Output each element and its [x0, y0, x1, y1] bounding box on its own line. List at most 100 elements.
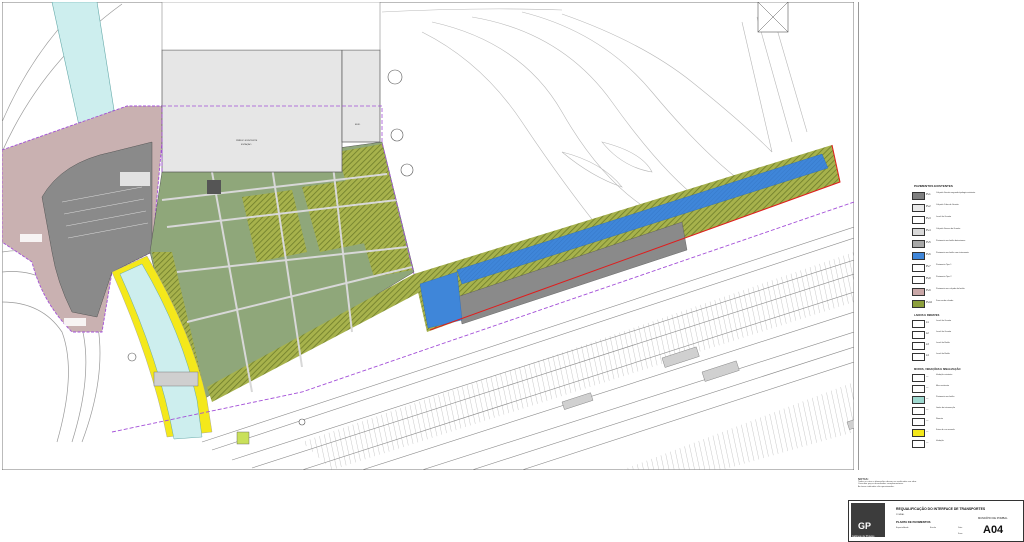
legend-code: Pv.1 [926, 193, 931, 196]
client-name: MUNICÍPIO DE POMBAL [978, 517, 1008, 520]
legend-row: — Muro existente [912, 385, 1020, 393]
legend-row: Pv.6 Pavimento em betão com tratamento [912, 252, 1020, 260]
footbridge [153, 371, 199, 387]
legend-code: Pv.9 [926, 289, 931, 292]
legend-code: Pv.5 [926, 241, 931, 244]
legend-code: — [926, 408, 929, 411]
legend-code: Pv.8 [926, 277, 931, 280]
legend-swatch [912, 288, 925, 296]
legend-swatch [912, 264, 925, 272]
legend-code: — [926, 441, 929, 444]
legend-code: Pv.7 [926, 265, 931, 268]
legend-swatch [912, 320, 925, 328]
legend-description: Remate [936, 418, 944, 420]
survey-marker [757, 2, 789, 33]
legend-row: Pv.8 Pavimento Tipo 2 [912, 276, 1020, 284]
legend-row: — Remate [912, 418, 1020, 426]
legend-row: — Faixa de cor amarela [912, 429, 1020, 437]
legend-description: Pavimento Tipo 2 [936, 276, 952, 278]
legend-description: Calçada Grossa de Granito [936, 228, 961, 230]
legend-description: Pavimento em calçada de betão [936, 288, 965, 290]
legend-description: Pavimento Tipo 1 [936, 264, 952, 266]
side-building-label: EDIF. [355, 124, 361, 126]
legend-description: Faixa de cor amarela [936, 429, 955, 431]
legend-swatch [912, 300, 925, 308]
site-plan-drawing [2, 2, 854, 470]
legend-row: Pv.4 Calçada Grossa de Granito [912, 228, 1020, 236]
titleblock-cell: Fase [958, 533, 963, 535]
legend-description: Lancil de Granito [936, 331, 952, 333]
legend-swatch [912, 385, 925, 393]
legend-swatch [912, 418, 925, 426]
legend-row: — Vedação [912, 440, 1020, 448]
gp-logo [851, 503, 885, 537]
legend-code: Pv.2 [926, 205, 931, 208]
legend-swatch [912, 252, 925, 260]
legend-row: L3 Lancil de Betão [912, 342, 1020, 350]
legend-description: Lancil de Granito [936, 216, 952, 218]
legend-swatch [912, 331, 925, 339]
legend-code: — [926, 386, 929, 389]
legend-section-limits: MUROS, VEDAÇÕES E SINALIZAÇÃO [914, 368, 961, 371]
drawing-number: A04 [983, 524, 1004, 536]
legend-code: Pv.10 [926, 301, 932, 304]
green-square-marker [236, 431, 250, 445]
station-building-label: PRÉDIO EXISTENTE [236, 140, 258, 142]
legend-row: Pv.2 Calçada Cubo de Granito [912, 204, 1020, 212]
legend-row: — Pavimento em betão [912, 396, 1020, 404]
legend-description: Pavimento em betão betuminoso [936, 240, 966, 242]
legend-row: — Vedação existente [912, 374, 1020, 382]
legend-code: Pv.4 [926, 229, 931, 232]
legend-description: Lancil de Betão [936, 342, 950, 344]
legend-row: L4 Lancil de Betão [912, 353, 1020, 361]
station-annex [161, 2, 381, 51]
notes-line: As áreas indicadas são aproximadas. [858, 485, 895, 488]
drawing-sheet: PRÉDIO EXISTENTE ESTAÇÃO EDIF. PAVIMENTO… [0, 0, 1024, 542]
legend-description: Muro existente [936, 385, 950, 387]
legend-swatch [912, 204, 925, 212]
legend-code: L1 [926, 321, 929, 324]
project-title: REQUALIFICAÇÃO DO INTERFACE DE TRANSPORT… [896, 507, 986, 511]
legend-swatch [912, 276, 925, 284]
logo-subtitle: Gabinete de Projetos [852, 535, 875, 538]
legend-row: L2 Lancil de Granito [912, 331, 1020, 339]
legend-code: — [926, 397, 929, 400]
station-building-sublabel: ESTAÇÃO [241, 144, 252, 146]
legend-code: L2 [926, 332, 929, 335]
titleblock-cell: POMBAL [896, 514, 905, 516]
legend-description: Pavimento em betão com tratamento [936, 252, 969, 254]
legend-description: Vedação existente [936, 374, 953, 376]
legend-row: Pv.7 Pavimento Tipo 1 [912, 264, 1020, 272]
side-building [341, 49, 381, 143]
legend-swatch [912, 374, 925, 382]
legend-code: — [926, 430, 929, 433]
legend-row: — Limite de intervenção [912, 407, 1020, 415]
station-building [161, 49, 343, 173]
legend-code: — [926, 419, 929, 422]
legend-description: Pavimento em betão [936, 396, 955, 398]
legend-swatch [912, 240, 925, 248]
legend-code: L4 [926, 354, 929, 357]
legend-swatch [912, 228, 925, 236]
drawing-title: PLANTA DE PAVIMENTOS [896, 520, 931, 524]
legend-row: L1 Lancil de Granito [912, 320, 1020, 328]
legend-swatch [912, 396, 925, 404]
legend-row: Pv.9 Pavimento em calçada de betão [912, 288, 1020, 296]
legend-swatch [912, 216, 925, 224]
legend-swatch [912, 407, 925, 415]
legend-description: Vedação [936, 440, 944, 442]
legend-swatch [912, 440, 925, 448]
legend-description: Lancil de Granito [936, 320, 952, 322]
legend-description: Lancil de Betão [936, 353, 950, 355]
legend-description: Calçada Cubo de Granito [936, 204, 959, 206]
titleblock-cell: Data [958, 527, 963, 529]
titleblock-cell: Especialidade [896, 527, 909, 529]
legend-swatch [912, 342, 925, 350]
legend-description: Calçada Granito segundo tipologia existe… [936, 192, 976, 194]
legend-section-lancis: LANCIS E REMATES [914, 314, 940, 317]
legend-swatch [912, 429, 925, 437]
legend-row: Pv.1 Calçada Granito segundo tipologia ex… [912, 192, 1020, 200]
legend-swatch [912, 353, 925, 361]
legend-row: Pv.5 Pavimento em betão betuminoso [912, 240, 1020, 248]
titleblock-cell: Escala [930, 527, 937, 529]
